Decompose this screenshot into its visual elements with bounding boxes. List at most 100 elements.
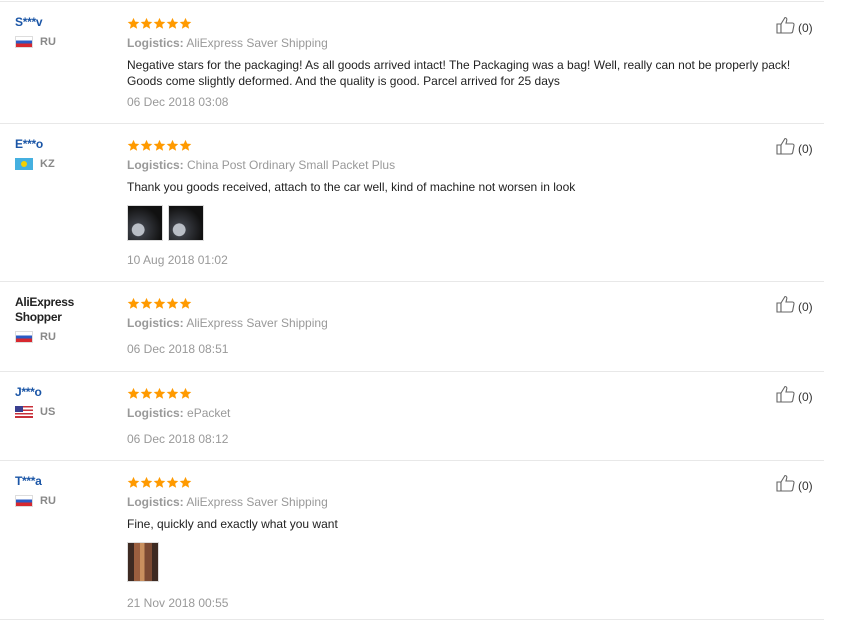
review-date: 06 Dec 2018 08:51 <box>127 342 229 356</box>
country-code: RU <box>40 331 56 343</box>
helpful-count: (0) <box>798 478 813 493</box>
star-rating <box>127 295 797 312</box>
review-content: Logistics: AliExpress Saver Shipping Fin… <box>127 474 797 610</box>
logistics-line: Logistics: AliExpress Saver Shipping <box>127 316 797 330</box>
review-date: 21 Nov 2018 00:55 <box>127 596 229 610</box>
reviewer: J***o US <box>15 385 115 418</box>
star-rating <box>127 385 797 402</box>
logistics-label: Logistics: <box>127 406 184 420</box>
star-icon <box>166 139 179 152</box>
review-item: S***v RU Logistics: AliExpress Saver Shi… <box>0 2 824 124</box>
star-icon <box>127 17 140 30</box>
star-icon <box>166 297 179 310</box>
logistics-line: Logistics: ePacket <box>127 406 797 420</box>
review-content: Logistics: China Post Ordinary Small Pac… <box>127 137 797 267</box>
review-content: Logistics: ePacket 06 Dec 2018 08:12 <box>127 385 797 446</box>
logistics-value: ePacket <box>187 406 231 420</box>
reviewer-country: RU <box>15 495 115 507</box>
helpful-button[interactable]: (0) <box>776 385 813 408</box>
star-rating <box>127 15 797 32</box>
star-icon <box>140 297 153 310</box>
helpful-button[interactable]: (0) <box>776 474 813 497</box>
reviewer-name[interactable]: E***o <box>15 137 115 152</box>
star-icon <box>179 476 192 489</box>
logistics-line: Logistics: China Post Ordinary Small Pac… <box>127 158 797 172</box>
flag-icon <box>15 495 33 507</box>
helpful-button[interactable]: (0) <box>776 16 813 39</box>
country-code: RU <box>40 36 56 48</box>
review-item: J***o US Logistics: ePacket 06 Dec 2018 … <box>0 372 824 461</box>
star-icon <box>140 476 153 489</box>
reviewer-country: KZ <box>15 158 115 170</box>
helpful-button[interactable]: (0) <box>776 295 813 318</box>
flag-icon <box>15 406 33 418</box>
star-icon <box>153 17 166 30</box>
helpful-count: (0) <box>798 20 813 35</box>
logistics-line: Logistics: AliExpress Saver Shipping <box>127 36 797 50</box>
thumbs-up-icon <box>776 385 796 408</box>
reviewer: E***o KZ <box>15 137 115 170</box>
thumbs-up-icon <box>776 474 796 497</box>
reviewer-name[interactable]: S***v <box>15 15 115 30</box>
logistics-value: AliExpress Saver Shipping <box>186 495 328 509</box>
review-photo-thumbnail[interactable] <box>127 205 163 241</box>
star-rating <box>127 474 797 491</box>
review-text: Fine, quickly and exactly what you want <box>127 517 338 531</box>
star-icon <box>127 387 140 400</box>
star-icon <box>166 476 179 489</box>
country-code: US <box>40 406 56 418</box>
flag-icon <box>15 36 33 48</box>
review-content: Logistics: AliExpress Saver Shipping 06 … <box>127 295 797 356</box>
star-icon <box>127 297 140 310</box>
helpful-count: (0) <box>798 141 813 156</box>
review-date: 10 Aug 2018 01:02 <box>127 253 228 267</box>
review-item: AliExpress Shopper RU Logistics: AliExpr… <box>0 282 824 372</box>
reviewer-name[interactable]: J***o <box>15 385 115 400</box>
star-icon <box>140 17 153 30</box>
thumbs-up-icon <box>776 137 796 160</box>
reviewer-country: RU <box>15 36 115 48</box>
star-icon <box>179 139 192 152</box>
star-icon <box>127 476 140 489</box>
reviewer: AliExpress Shopper RU <box>15 295 115 343</box>
logistics-value: AliExpress Saver Shipping <box>186 36 328 50</box>
star-icon <box>153 139 166 152</box>
logistics-line: Logistics: AliExpress Saver Shipping <box>127 495 797 509</box>
reviewer-country: RU <box>15 331 115 343</box>
helpful-button[interactable]: (0) <box>776 137 813 160</box>
star-icon <box>153 387 166 400</box>
review-item: E***o KZ Logistics: China Post Ordinary … <box>0 124 824 282</box>
star-icon <box>179 297 192 310</box>
thumbs-up-icon <box>776 16 796 39</box>
flag-icon <box>15 331 33 343</box>
star-icon <box>166 387 179 400</box>
helpful-count: (0) <box>798 299 813 314</box>
review-photos <box>127 205 797 241</box>
star-icon <box>127 139 140 152</box>
star-icon <box>140 139 153 152</box>
reviewer: T***a RU <box>15 474 115 507</box>
star-icon <box>179 387 192 400</box>
star-rating <box>127 137 797 154</box>
logistics-label: Logistics: <box>127 316 184 330</box>
review-text: Thank you goods received, attach to the … <box>127 180 576 194</box>
review-photos <box>127 542 797 582</box>
logistics-label: Logistics: <box>127 495 184 509</box>
review-text: Negative stars for the packaging! As all… <box>127 58 791 88</box>
star-icon <box>179 17 192 30</box>
review-date: 06 Dec 2018 08:12 <box>127 432 229 446</box>
reviewer: S***v RU <box>15 15 115 48</box>
reviewer-name[interactable]: AliExpress Shopper <box>15 295 85 325</box>
flag-icon <box>15 158 33 170</box>
star-icon <box>153 297 166 310</box>
review-date: 06 Dec 2018 03:08 <box>127 95 229 109</box>
logistics-label: Logistics: <box>127 36 184 50</box>
helpful-count: (0) <box>798 389 813 404</box>
thumbs-up-icon <box>776 295 796 318</box>
review-photo-thumbnail[interactable] <box>127 542 159 582</box>
review-photo-thumbnail[interactable] <box>168 205 204 241</box>
country-code: KZ <box>40 158 55 170</box>
reviewer-name[interactable]: T***a <box>15 474 115 489</box>
review-content: Logistics: AliExpress Saver Shipping Neg… <box>127 15 797 109</box>
logistics-value: China Post Ordinary Small Packet Plus <box>187 158 396 172</box>
